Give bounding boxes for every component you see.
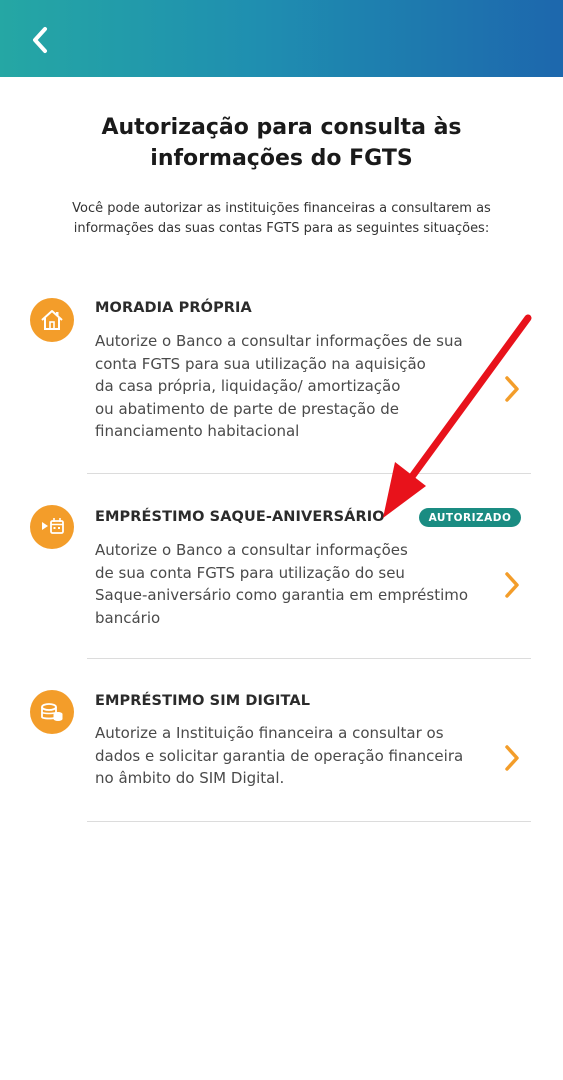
item-description: Autorize o Banco a consultar informações… [95, 541, 469, 627]
divider [87, 473, 531, 474]
coins-icon [30, 690, 74, 734]
item-title: EMPRÉSTIMO SAQUE-ANIVERSÁRIO [95, 509, 385, 525]
divider [87, 821, 531, 822]
chevron-right-icon[interactable] [500, 570, 524, 600]
item-title: EMPRÉSTIMO SIM DIGITAL [95, 693, 311, 709]
divider [87, 658, 531, 659]
status-badge: AUTORIZADO [419, 508, 521, 527]
chevron-right-icon[interactable] [500, 743, 524, 773]
calendar-play-icon [30, 505, 74, 549]
page-subtitle: Você pode autorizar as instituições fina… [72, 201, 491, 236]
page-title: Autorização para consulta às informações… [101, 115, 462, 171]
house-icon [30, 298, 74, 342]
app-header [0, 0, 563, 77]
item-description: Autorize o Banco a consultar informações… [95, 332, 463, 440]
back-button[interactable] [18, 18, 62, 62]
item-description: Autorize a Instituição financeira a cons… [95, 724, 464, 787]
chevron-left-icon [33, 27, 47, 53]
chevron-right-icon[interactable] [500, 374, 524, 404]
item-title: MORADIA PRÓPRIA [95, 300, 252, 316]
